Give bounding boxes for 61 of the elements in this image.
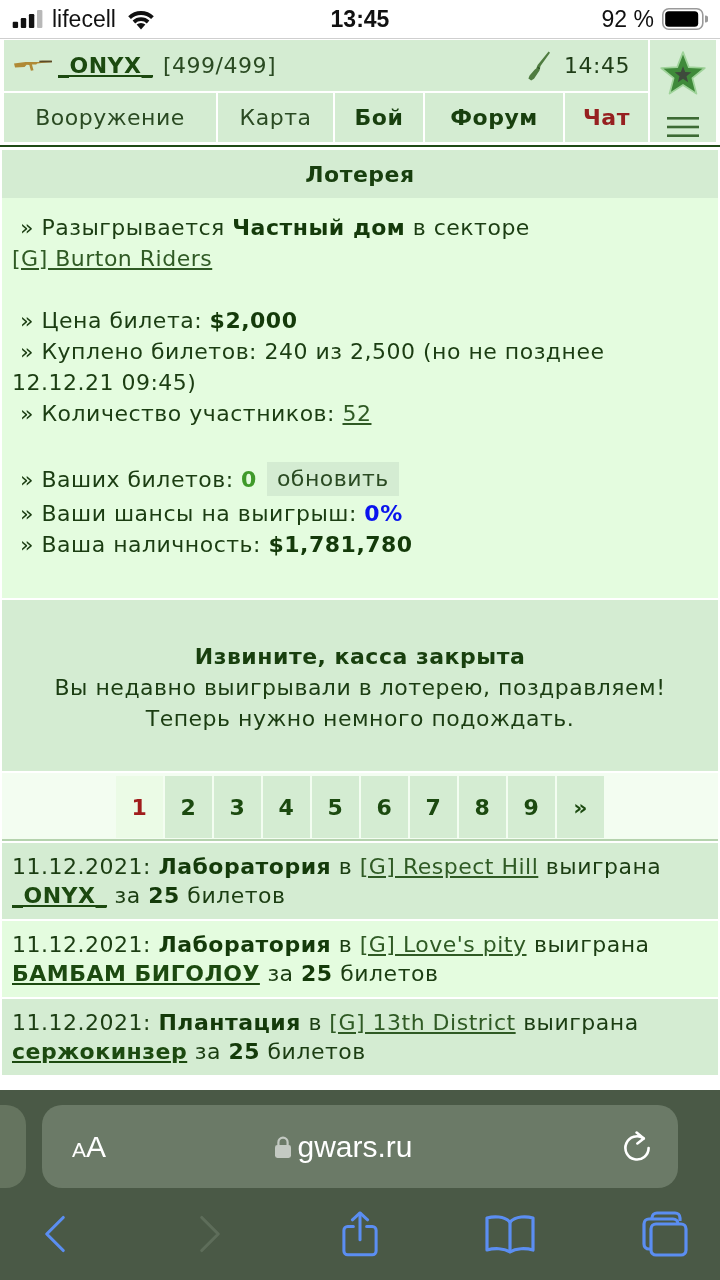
nav-tab[interactable]: Чат	[565, 93, 648, 142]
tab-preview[interactable]	[0, 1105, 26, 1188]
back-icon[interactable]	[44, 1215, 66, 1253]
nav-tab[interactable]: Карта	[218, 93, 333, 142]
star-icon[interactable]	[659, 51, 707, 97]
info-line: » Ваших билетов: 0	[19, 465, 257, 494]
refresh-button[interactable]: обновить	[266, 462, 399, 496]
player-name-link[interactable]: _ONYX_	[58, 53, 153, 78]
page-link[interactable]: 6	[361, 776, 408, 838]
share-icon[interactable]	[342, 1211, 378, 1257]
sector-link[interactable]: [G] Love's pity	[359, 932, 527, 957]
page-link[interactable]: 9	[508, 776, 555, 838]
player-link[interactable]: сержокинзер	[12, 1039, 188, 1064]
nav-tab[interactable]: Вооружение	[4, 93, 216, 142]
info-line: » Куплено билетов: 240 из 2,500 (но не позднее 12.12.21 09:45)	[12, 338, 606, 397]
reload-icon[interactable]	[622, 1130, 652, 1163]
rifle-icon	[528, 50, 551, 81]
signal-icon	[12, 10, 44, 28]
clock-time: 13:45	[330, 5, 390, 33]
info-line: » Количество участников: 52	[19, 400, 373, 428]
server-time: 14:45	[564, 53, 630, 78]
tabs-icon[interactable]	[642, 1211, 688, 1257]
info-line: » Ваша наличность: $1,781,780	[19, 531, 414, 559]
notice-text: Теперь нужно немного подождать.	[144, 705, 576, 733]
info-line: » Ваши шансы на выигрыш: 0%	[19, 500, 404, 528]
sector-link[interactable]: [G] 13th District	[329, 1010, 516, 1035]
text-link[interactable]: 52	[342, 401, 372, 426]
page-link[interactable]: 4	[263, 776, 310, 838]
battery-percent: 92 %	[601, 6, 654, 32]
winner-entry: 11.12.2021: Лаборатория в [G] Respect Hill выиграна _ONYX_ за 25 билетов	[2, 843, 718, 919]
player-link[interactable]: _ONYX_	[12, 883, 107, 908]
winner-entry: 11.12.2021: Плантация в [G] 13th District выиграна сержокинзер за 25 билетов	[2, 999, 718, 1075]
page-link[interactable]: 5	[312, 776, 359, 838]
assault-rifle-icon	[14, 59, 52, 72]
notice-title: Извините, касса закрыта	[193, 643, 527, 671]
carrier-name: lifecell	[52, 6, 116, 32]
page-link[interactable]: 3	[214, 776, 261, 838]
menu-icon[interactable]	[667, 117, 699, 137]
winner-entry: 11.12.2021: Лаборатория в [G] Love's pity выиграна БАМБАМ БИГОЛОУ за 25 билетов	[2, 921, 718, 997]
page-link[interactable]: 2	[165, 776, 212, 838]
wifi-icon	[125, 8, 156, 30]
lock-icon	[275, 1135, 292, 1158]
nav-tab[interactable]: Бой	[335, 93, 423, 142]
text-link[interactable]: [G] Burton Riders	[12, 246, 213, 271]
next-page-link[interactable]: »	[557, 776, 604, 838]
url-text: gwars.ru	[297, 1129, 413, 1164]
notice-text: Вы недавно выигрывали в лотерею, поздравляем!	[53, 674, 667, 702]
page-link[interactable]: 1	[116, 776, 163, 838]
page-link[interactable]: 7	[410, 776, 457, 838]
text-size-button[interactable]: AA	[72, 1129, 107, 1164]
info-line: » Цена билета: $2,000	[19, 307, 299, 335]
info-line: » Разыгрывается Частный дом в секторе [G] Burton Riders	[12, 214, 531, 273]
player-link[interactable]: БАМБАМ БИГОЛОУ	[12, 961, 260, 986]
page-link[interactable]: 8	[459, 776, 506, 838]
panel-title: Лотерея	[2, 150, 718, 198]
battery-icon	[662, 8, 708, 30]
sector-link[interactable]: [G] Respect Hill	[359, 854, 539, 879]
health-counter: [499/499]	[163, 53, 277, 78]
nav-tab[interactable]: Форум	[425, 93, 563, 142]
address-bar[interactable]: AA gwars.ru	[42, 1105, 678, 1188]
book-icon[interactable]	[485, 1214, 535, 1254]
